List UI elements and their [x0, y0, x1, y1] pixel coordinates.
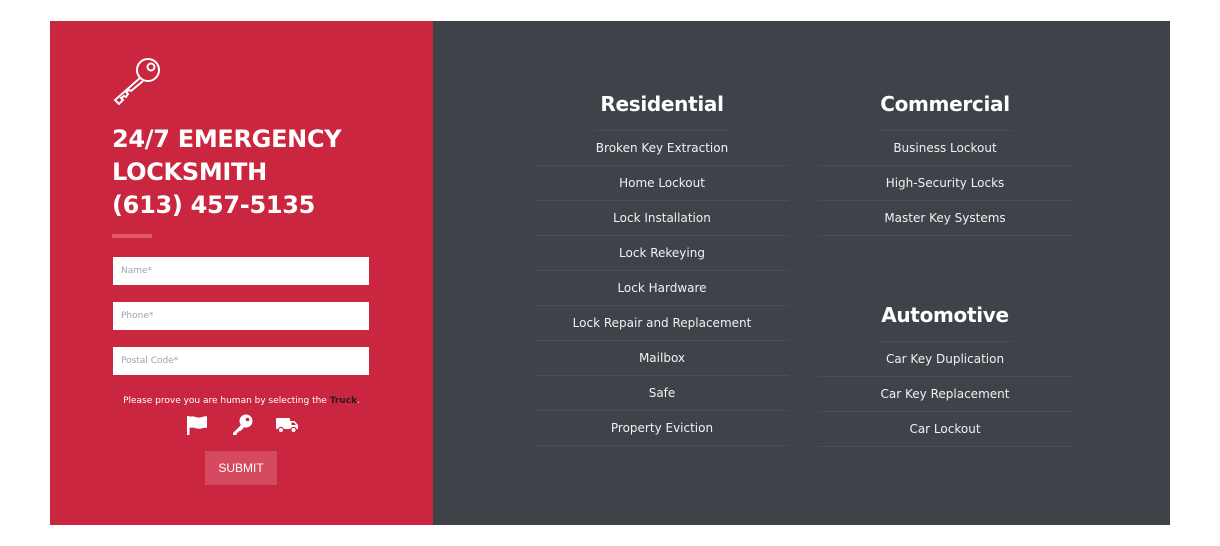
service-link[interactable]: Mailbox: [535, 341, 789, 376]
postal-code-field[interactable]: [113, 347, 369, 375]
captcha-prompt: Please prove you are human by selecting …: [50, 396, 433, 406]
automotive-services: Automotive Car Key Duplication Car Key R…: [818, 300, 1072, 447]
captcha-prompt-text: Please prove you are human by selecting …: [123, 396, 330, 406]
captcha-suffix: .: [357, 396, 360, 406]
headline-line-2: LOCKSMITH: [112, 158, 267, 186]
service-link[interactable]: Property Eviction: [535, 411, 789, 446]
service-link[interactable]: Broken Key Extraction: [535, 131, 789, 166]
automotive-title: Automotive: [881, 303, 1009, 327]
submit-button[interactable]: SUBMIT: [205, 451, 277, 485]
contact-panel: 24/7 EMERGENCY LOCKSMITH (613) 457-5135 …: [50, 21, 433, 525]
service-link[interactable]: Safe: [535, 376, 789, 411]
phone-number: (613) 457-5135: [112, 191, 316, 219]
residential-list: Broken Key Extraction Home Lockout Lock …: [535, 131, 789, 446]
headline: 24/7 EMERGENCY LOCKSMITH (613) 457-5135: [112, 123, 342, 222]
key-icon: [113, 58, 160, 106]
key-icon: [232, 414, 252, 435]
service-link[interactable]: High-Security Locks: [818, 166, 1072, 201]
service-link[interactable]: Car Key Replacement: [818, 377, 1072, 412]
commercial-list: Business Lockout High-Security Locks Mas…: [818, 131, 1072, 236]
service-link[interactable]: Home Lockout: [535, 166, 789, 201]
commercial-title: Commercial: [880, 92, 1010, 116]
service-link[interactable]: Lock Rekeying: [535, 236, 789, 271]
service-link[interactable]: Car Lockout: [818, 412, 1072, 447]
service-link[interactable]: Car Key Duplication: [818, 342, 1072, 377]
captcha-option-truck[interactable]: [275, 414, 299, 436]
services-panel: Residential Broken Key Extraction Home L…: [433, 21, 1170, 525]
captcha-option-flag[interactable]: [185, 414, 209, 436]
headline-line-1: 24/7 EMERGENCY: [112, 125, 342, 153]
flag-icon: [186, 416, 207, 435]
phone-field[interactable]: [113, 302, 369, 330]
automotive-list: Car Key Duplication Car Key Replacement …: [818, 342, 1072, 447]
locksmith-section: 24/7 EMERGENCY LOCKSMITH (613) 457-5135 …: [50, 21, 1170, 525]
name-field[interactable]: [113, 257, 369, 285]
commercial-services: Commercial Business Lockout High-Securit…: [818, 89, 1072, 236]
captcha-target: Truck: [329, 396, 358, 406]
captcha-options: [50, 414, 433, 436]
service-link[interactable]: Master Key Systems: [818, 201, 1072, 236]
residential-title: Residential: [600, 92, 724, 116]
service-link[interactable]: Business Lockout: [818, 131, 1072, 166]
service-link[interactable]: Lock Hardware: [535, 271, 789, 306]
accent-divider: [112, 234, 152, 238]
residential-services: Residential Broken Key Extraction Home L…: [535, 89, 789, 446]
captcha-option-key[interactable]: [230, 414, 254, 436]
truck-icon: [275, 418, 298, 434]
service-link[interactable]: Lock Installation: [535, 201, 789, 236]
service-link[interactable]: Lock Repair and Replacement: [535, 306, 789, 341]
